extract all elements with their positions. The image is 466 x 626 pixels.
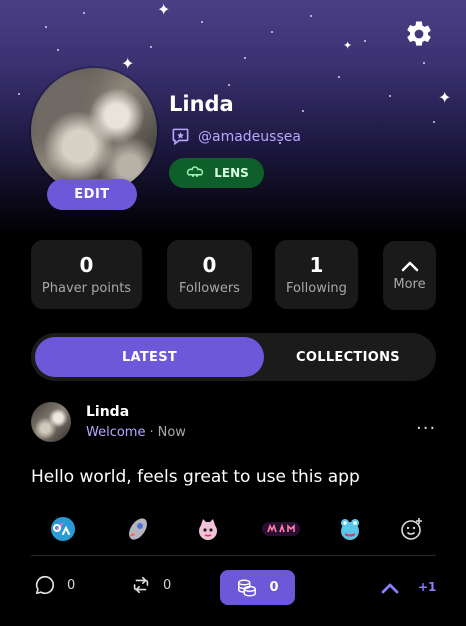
stat-following[interactable]: 1 Following: [275, 240, 358, 309]
stat-label: Followers: [179, 281, 240, 296]
edit-profile-button[interactable]: EDIT: [47, 179, 137, 210]
profile-avatar: [31, 68, 157, 194]
upvote-chevron-icon[interactable]: [380, 578, 400, 598]
tab-latest[interactable]: LATEST: [35, 337, 264, 377]
add-reaction-icon[interactable]: [395, 512, 429, 546]
upvote-count: +1: [418, 580, 437, 594]
rocket-sticker-icon: [129, 518, 147, 540]
chat-star-icon: [172, 128, 189, 146]
repost-button[interactable]: 0: [130, 574, 171, 596]
coin-count: 0: [269, 580, 279, 595]
chevron-up-icon: [401, 261, 418, 272]
cat-sticker[interactable]: [191, 512, 225, 546]
stat-phaver-points[interactable]: 0 Phaver points: [31, 240, 142, 309]
profile-handle-row: @amadeussea: [171, 127, 301, 146]
stat-followers[interactable]: 0 Followers: [167, 240, 252, 309]
more-button[interactable]: More: [383, 241, 436, 310]
cat-sticker-icon: [199, 519, 217, 540]
post-divider: [31, 555, 436, 556]
repost-icon: [133, 576, 149, 594]
reaction-stickers: [31, 510, 436, 550]
profile-name: Linda: [169, 92, 234, 116]
stat-label: Phaver points: [41, 281, 132, 296]
add-reaction-icon-svg: [401, 518, 422, 540]
tab-collections[interactable]: COLLECTIONS: [264, 337, 432, 377]
wagmi-sticker-icon: [262, 522, 300, 536]
gm-sticker-icon: [51, 517, 75, 541]
feed-tabs: LATEST COLLECTIONS: [31, 333, 436, 381]
post-separator: ·: [149, 425, 154, 440]
gear-icon[interactable]: [404, 19, 434, 49]
more-label: More: [393, 277, 426, 292]
lens-label: LENS: [214, 166, 249, 180]
post-author-avatar[interactable]: [31, 402, 71, 442]
stat-value: 1: [309, 253, 324, 277]
lens-logo-icon: [187, 166, 204, 177]
frog-sticker[interactable]: [333, 512, 367, 546]
frog-sticker-icon: [341, 519, 359, 540]
post-community[interactable]: Welcome: [86, 425, 145, 440]
post-meta: Welcome · Now: [86, 425, 186, 440]
stat-value: 0: [202, 253, 217, 277]
tip-coins-button[interactable]: 0: [220, 570, 295, 605]
stat-value: 0: [79, 253, 94, 277]
wagmi-sticker[interactable]: [259, 512, 303, 546]
stat-label: Following: [286, 281, 347, 296]
repost-count: 0: [163, 577, 172, 593]
profile-handle: @amadeussea: [198, 128, 301, 145]
comment-icon: [35, 575, 55, 595]
post-options-button[interactable]: ···: [416, 418, 436, 439]
rocket-sticker[interactable]: [121, 512, 155, 546]
post-author-name[interactable]: Linda: [86, 404, 129, 420]
lens-badge[interactable]: LENS: [169, 158, 264, 188]
coin-stack-icon: [238, 578, 257, 597]
post-time: Now: [157, 425, 186, 440]
comment-button[interactable]: 0: [34, 574, 75, 596]
gm-sticker[interactable]: [46, 512, 80, 546]
comment-count: 0: [67, 577, 76, 593]
post-text: Hello world, feels great to use this app: [31, 467, 360, 487]
